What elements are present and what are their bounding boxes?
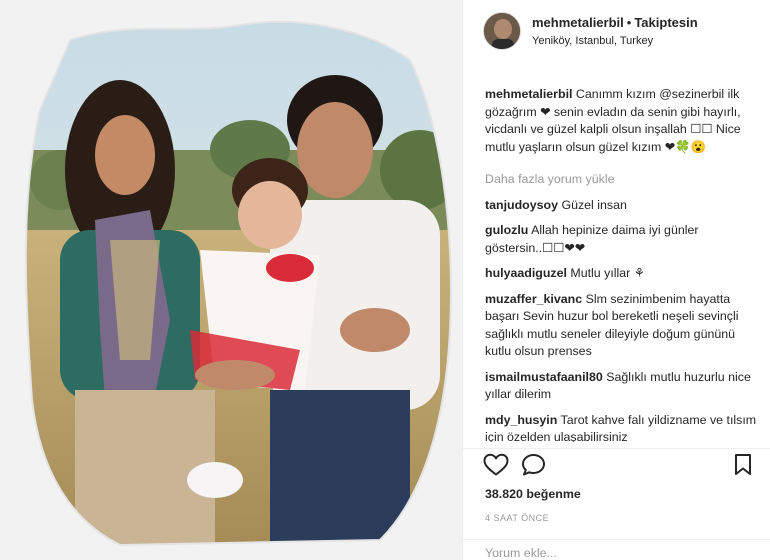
comment-item: tanjudoysoy Güzel insan: [485, 197, 760, 215]
caption: mehmetalierbil Canımm kızım @sezinerbil …: [485, 86, 760, 156]
follow-status[interactable]: Takiptesin: [634, 15, 697, 30]
avatar-image: [484, 13, 520, 49]
comment-item: mdy_husyin Tarot kahve falı yildizname v…: [485, 412, 760, 443]
comments-list[interactable]: mehmetalierbil Canımm kızım @sezinerbil …: [485, 86, 760, 442]
bookmark-icon[interactable]: [731, 453, 757, 479]
likes-count[interactable]: 38.820 beğenme: [485, 487, 581, 501]
family-photo-image: [0, 0, 462, 560]
header-line: mehmetalierbil • Takiptesin: [532, 15, 698, 30]
post-photo[interactable]: [0, 0, 462, 560]
comment-item: hulyaadiguzel Mutlu yıllar ⚘: [485, 265, 760, 283]
post-location[interactable]: Yeniköy, Istanbul, Turkey: [532, 35, 698, 47]
separator-dot: •: [626, 15, 632, 30]
speech-bubble-icon[interactable]: [521, 453, 547, 479]
comment-username[interactable]: hulyaadiguzel: [485, 266, 567, 280]
post-username[interactable]: mehmetalierbil: [532, 15, 624, 30]
heart-outline-icon[interactable]: [483, 453, 509, 479]
comment-username[interactable]: gulozlu: [485, 223, 528, 237]
caption-username[interactable]: mehmetalierbil: [485, 87, 572, 101]
comment-username[interactable]: muzaffer_kivanc: [485, 292, 582, 306]
comment-username[interactable]: mdy_husyin: [485, 413, 557, 427]
comment-text: Mutlu yıllar ⚘: [570, 266, 645, 280]
actions-bar: 38.820 beğenme 4 SAAT ÖNCE: [463, 448, 770, 560]
comment-text: Güzel insan: [561, 197, 627, 212]
comment-username[interactable]: tanjudoysoy: [485, 198, 558, 212]
post-timestamp: 4 SAAT ÖNCE: [485, 513, 550, 523]
header-text: mehmetalierbil • Takiptesin Yeniköy, Istan…: [532, 15, 698, 47]
post-side-panel: mehmetalierbil • Takiptesin Yeniköy, Istan…: [462, 0, 770, 560]
comment-item: gulozlu Allah hepinize daima iyi günler …: [485, 222, 760, 257]
load-more-comments-button[interactable]: Daha fazla yorum yükle: [485, 171, 760, 189]
post-header: mehmetalierbil • Takiptesin Yeniköy, Istan…: [463, 0, 770, 66]
comment-input[interactable]: [485, 546, 745, 560]
add-comment-bar: [463, 539, 770, 560]
action-icons: [483, 453, 761, 477]
avatar[interactable]: [483, 12, 521, 50]
comment-username[interactable]: ismailmustafaanil80: [485, 370, 603, 384]
comment-item: ismailmustafaanil80 Sağlıklı mutlu huzur…: [485, 369, 760, 404]
comment-item: muzaffer_kivanc Slm sezinimbenim hayatta…: [485, 291, 760, 361]
